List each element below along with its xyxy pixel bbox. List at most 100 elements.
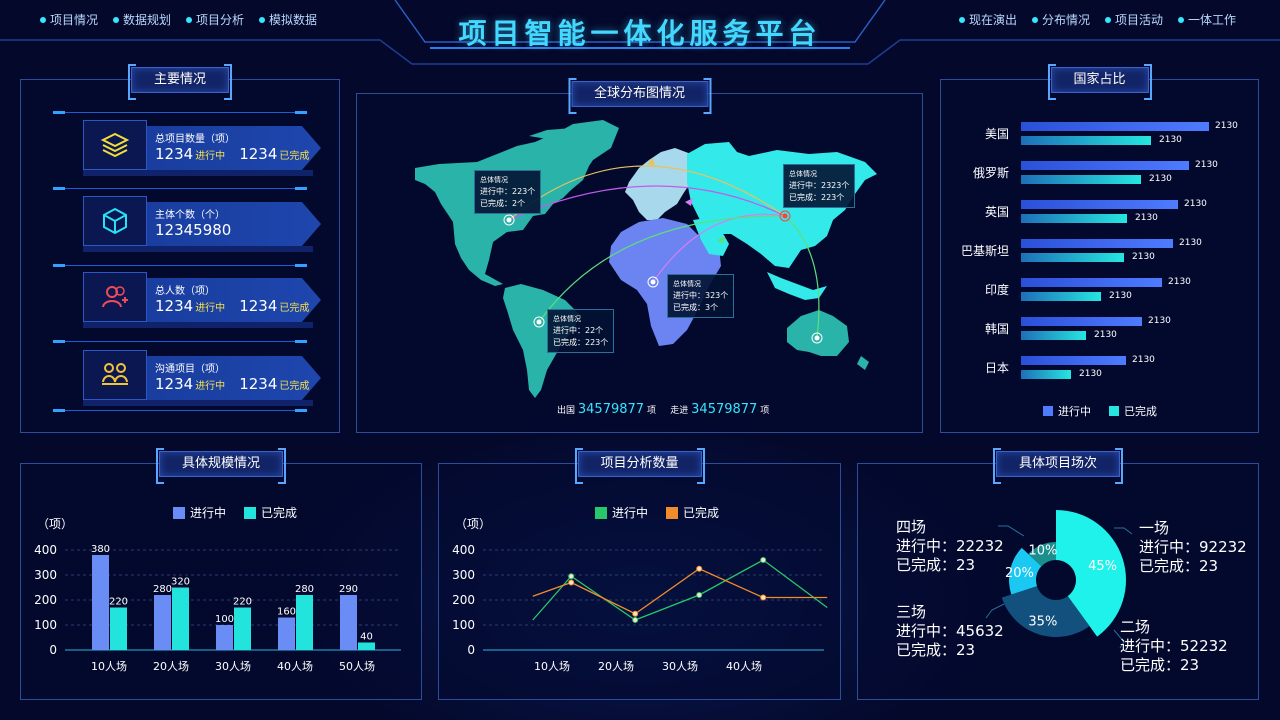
scale-chart-panel: 具体规模情况 进行中 已完成 （项） 0 100 200 300 400 380 220 10… [20,448,422,700]
y-tick-label: 200 [34,593,57,607]
y-tick-label: 300 [452,568,475,582]
data-point [632,610,639,617]
line-chart: 0 100 200 300 400 10人场 20人场 30人场 40人场 [452,543,828,673]
bar-data-label: 100 [215,614,234,625]
bar-value: 2130 [1168,277,1191,287]
bar-completed [1021,253,1124,262]
divider [53,409,307,412]
y-tick-label: 200 [452,593,475,607]
country-name: 英国 [984,205,1009,219]
global-map-panel: 全球分布图情况 总体情况 进行中：223个 已完成：2个 总体情况 进行中：23… [356,78,923,433]
nav-item-integrated-work[interactable]: 一体工作 [1177,11,1236,28]
divider [53,264,307,267]
map-europe [625,148,695,220]
bar-completed [1021,370,1071,379]
bar-completed [234,607,251,650]
map-new-zealand [857,356,869,370]
map-tooltip: 总体情况 进行中：22个 已完成：223个 [547,309,615,353]
session-label-4: 四场 进行中：22232 已完成：23 [896,518,1004,574]
bar-data-label: 280 [295,584,314,595]
x-tick-label: 30人场 [215,659,251,673]
bar-in-progress [154,595,171,650]
x-tick-label: 10人场 [91,659,127,673]
bar-in-progress [1021,239,1173,248]
bar-value: 2130 [1132,355,1155,365]
x-tick-label: 20人场 [153,659,189,673]
bar-value: 2130 [1215,121,1238,131]
bar-value: 2130 [1179,238,1202,248]
data-point [568,573,575,580]
bar-completed [110,607,127,650]
bar-data-label: 380 [91,544,110,555]
country-name: 巴基斯坦 [960,244,1009,258]
x-tick-label: 20人场 [598,659,634,673]
slice-label: 10% [1028,544,1057,559]
country-name: 俄罗斯 [972,166,1009,180]
bar-value: 2130 [1159,135,1182,145]
y-tick-label: 0 [49,643,57,657]
bar-completed [172,587,189,650]
map-tooltip: 总体情况 进行中：223个 已完成：2个 [474,170,542,214]
bar-value: 2130 [1109,291,1132,301]
bar-value: 2130 [1094,330,1117,340]
bar-in-progress [1021,200,1178,209]
panel-title: 国家占比 [1047,64,1152,100]
stat-card-total-projects[interactable]: 总项目数量（项） 1234 进行中 1234 已完成 [61,120,321,178]
divider [53,111,307,114]
bar-data-label: 280 [153,584,172,595]
analysis-chart-panel: 项目分析数量 进行中 已完成 （项） 0 100 200 300 400 10人场 20人场… [438,448,841,700]
bar-data-label: 220 [109,597,128,608]
bar-in-progress [1021,278,1162,287]
stat-card-people[interactable]: 总人数（项） 1234 进行中 1234 已完成 [61,272,321,330]
country-name: 韩国 [984,322,1009,336]
bar-in-progress [1021,356,1126,365]
x-tick-label: 10人场 [534,659,570,673]
data-point [696,565,703,572]
map-totals: 出国 34579877 项 走进 34579877 项 [557,402,770,417]
bar-data-label: 290 [339,584,358,595]
data-point [568,579,575,586]
slice-label: 20% [1005,566,1034,581]
bar-data-label: 320 [171,577,190,588]
cube-icon [83,196,147,246]
bar-completed [1021,331,1086,340]
bar-completed [1021,214,1127,223]
data-point [760,594,767,601]
bar-in-progress [1021,122,1209,131]
nav-item-activities[interactable]: 项目活动 [1104,11,1163,28]
country-name: 美国 [984,127,1009,141]
country-name: 印度 [984,283,1009,297]
map-tooltip: 总体情况 进行中：323个 已完成：3个 [667,274,735,318]
session-label-3: 三场 进行中：45632 已完成：23 [896,603,1004,659]
arrow-icon [685,198,693,206]
stat-card-entities[interactable]: 主体个数（个） 12345980 [61,196,321,254]
layers-icon [83,120,147,170]
bar-data-label: 220 [233,597,252,608]
bar-in-progress [1021,317,1142,326]
map-tooltip: 总体情况 进行中：2323个 已完成：223个 [783,164,856,208]
bar-data-label: 40 [360,632,373,643]
bar-chart: 0100200300400 38022010人场28032020人场1002203… [34,543,401,673]
y-tick-label: 400 [34,543,57,557]
bar-in-progress [1021,161,1189,170]
bar-completed [1021,292,1101,301]
y-tick-label: 400 [452,543,475,557]
country-legend: 进行中 已完成 [1043,403,1157,419]
bar-value: 2130 [1079,369,1102,379]
meeting-icon [83,350,147,400]
session-label-1: 一场 进行中：92232 已完成：23 [1139,519,1247,575]
stat-card-communication[interactable]: 沟通项目（项） 1234 进行中 1234 已完成 [61,350,321,408]
x-tick-label: 40人场 [726,659,762,673]
slice-label: 35% [1028,614,1057,629]
legend-item: 已完成 [1109,403,1157,419]
bar-completed [358,642,375,650]
session-label-2: 二场 进行中：52232 已完成：23 [1120,618,1228,674]
country-share-panel: 国家占比 美国 2130 2130 俄罗斯 2130 2130 英国 2130 2130 巴基斯坦… [940,64,1259,433]
divider [53,187,307,190]
nav-item-distribution[interactable]: 分布情况 [1031,11,1090,28]
nav-item-now-showing[interactable]: 现在演出 [958,11,1017,28]
main-stats-panel: 主要情况 总项目数量（项） 1234 进行中 1234 已完成 主体个数（个） 123… [20,64,340,433]
bar-completed [296,595,313,650]
nav-right: 现在演出 分布情况 项目活动 一体工作 [958,11,1236,28]
slice-label: 45% [1088,559,1117,574]
